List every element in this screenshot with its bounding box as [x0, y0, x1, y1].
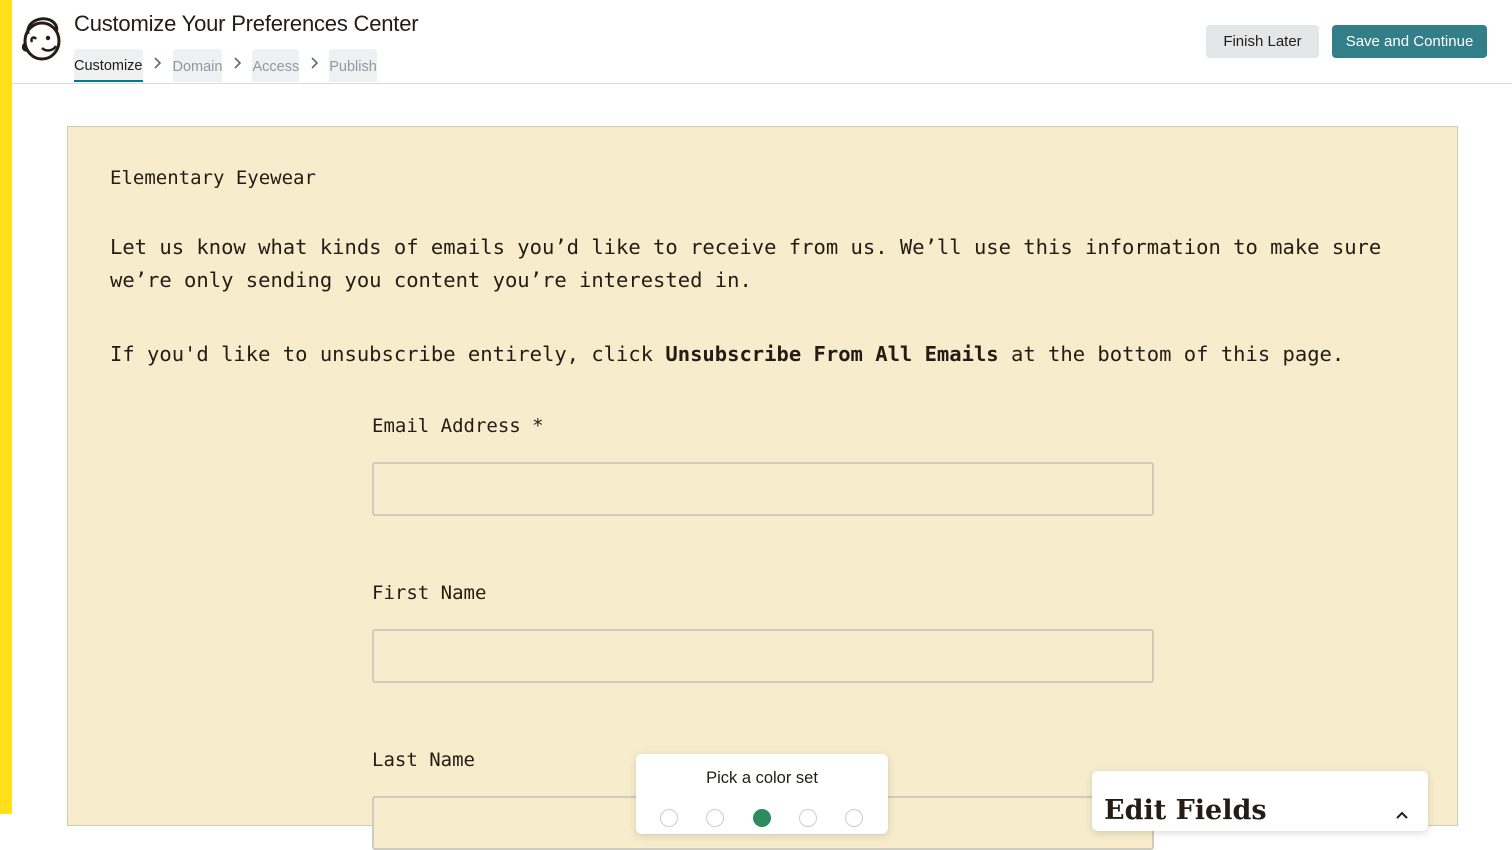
color-swatch[interactable] [706, 809, 724, 827]
first-name-label: First Name [372, 582, 487, 604]
email-address-label: Email Address * [372, 415, 544, 437]
color-swatch[interactable] [845, 809, 863, 827]
color-swatch-selected[interactable] [753, 809, 771, 827]
preferences-preview: Elementary Eyewear Let us know what kind… [67, 126, 1458, 850]
email-address-input[interactable] [372, 462, 1154, 516]
accent-bar [0, 0, 12, 814]
color-set-picker-title: Pick a color set [706, 769, 818, 787]
chevron-right-icon [143, 49, 173, 82]
unsubscribe-text-suffix: at the bottom of this page. [998, 342, 1345, 366]
intro-text: Let us know what kinds of emails you’d l… [110, 235, 1382, 292]
step-domain[interactable]: Domain [172, 49, 223, 82]
unsubscribe-link-text: Unsubscribe From All Emails [665, 342, 999, 366]
save-and-continue-button[interactable]: Save and Continue [1332, 25, 1487, 58]
color-swatch[interactable] [660, 809, 678, 827]
unsubscribe-text: If you'd like to unsubscribe entirely, c… [110, 338, 1440, 370]
step-breadcrumb: Customize Domain Access Publish [74, 49, 377, 82]
organization-name: Elementary Eyewear [110, 167, 316, 189]
unsubscribe-text-prefix: If you'd like to unsubscribe entirely, c… [110, 342, 666, 366]
color-set-picker: Pick a color set [636, 754, 888, 834]
step-customize[interactable]: Customize [74, 49, 143, 82]
chevron-right-icon [299, 49, 329, 82]
chevron-right-icon [222, 49, 252, 82]
color-swatch[interactable] [799, 809, 817, 827]
edit-fields-panel[interactable]: Edit Fields [1092, 771, 1428, 831]
page-title: Customize Your Preferences Center [74, 11, 419, 36]
edit-fields-title: Edit Fields [1104, 795, 1267, 826]
step-publish[interactable]: Publish [329, 49, 377, 82]
top-bar: Customize Your Preferences Center Custom… [12, 0, 1512, 84]
step-access[interactable]: Access [252, 49, 300, 82]
first-name-input[interactable] [372, 629, 1154, 683]
mailchimp-logo-icon[interactable] [20, 14, 64, 62]
chevron-up-icon[interactable] [1396, 807, 1408, 819]
finish-later-button[interactable]: Finish Later [1206, 25, 1319, 58]
last-name-label: Last Name [372, 749, 475, 771]
